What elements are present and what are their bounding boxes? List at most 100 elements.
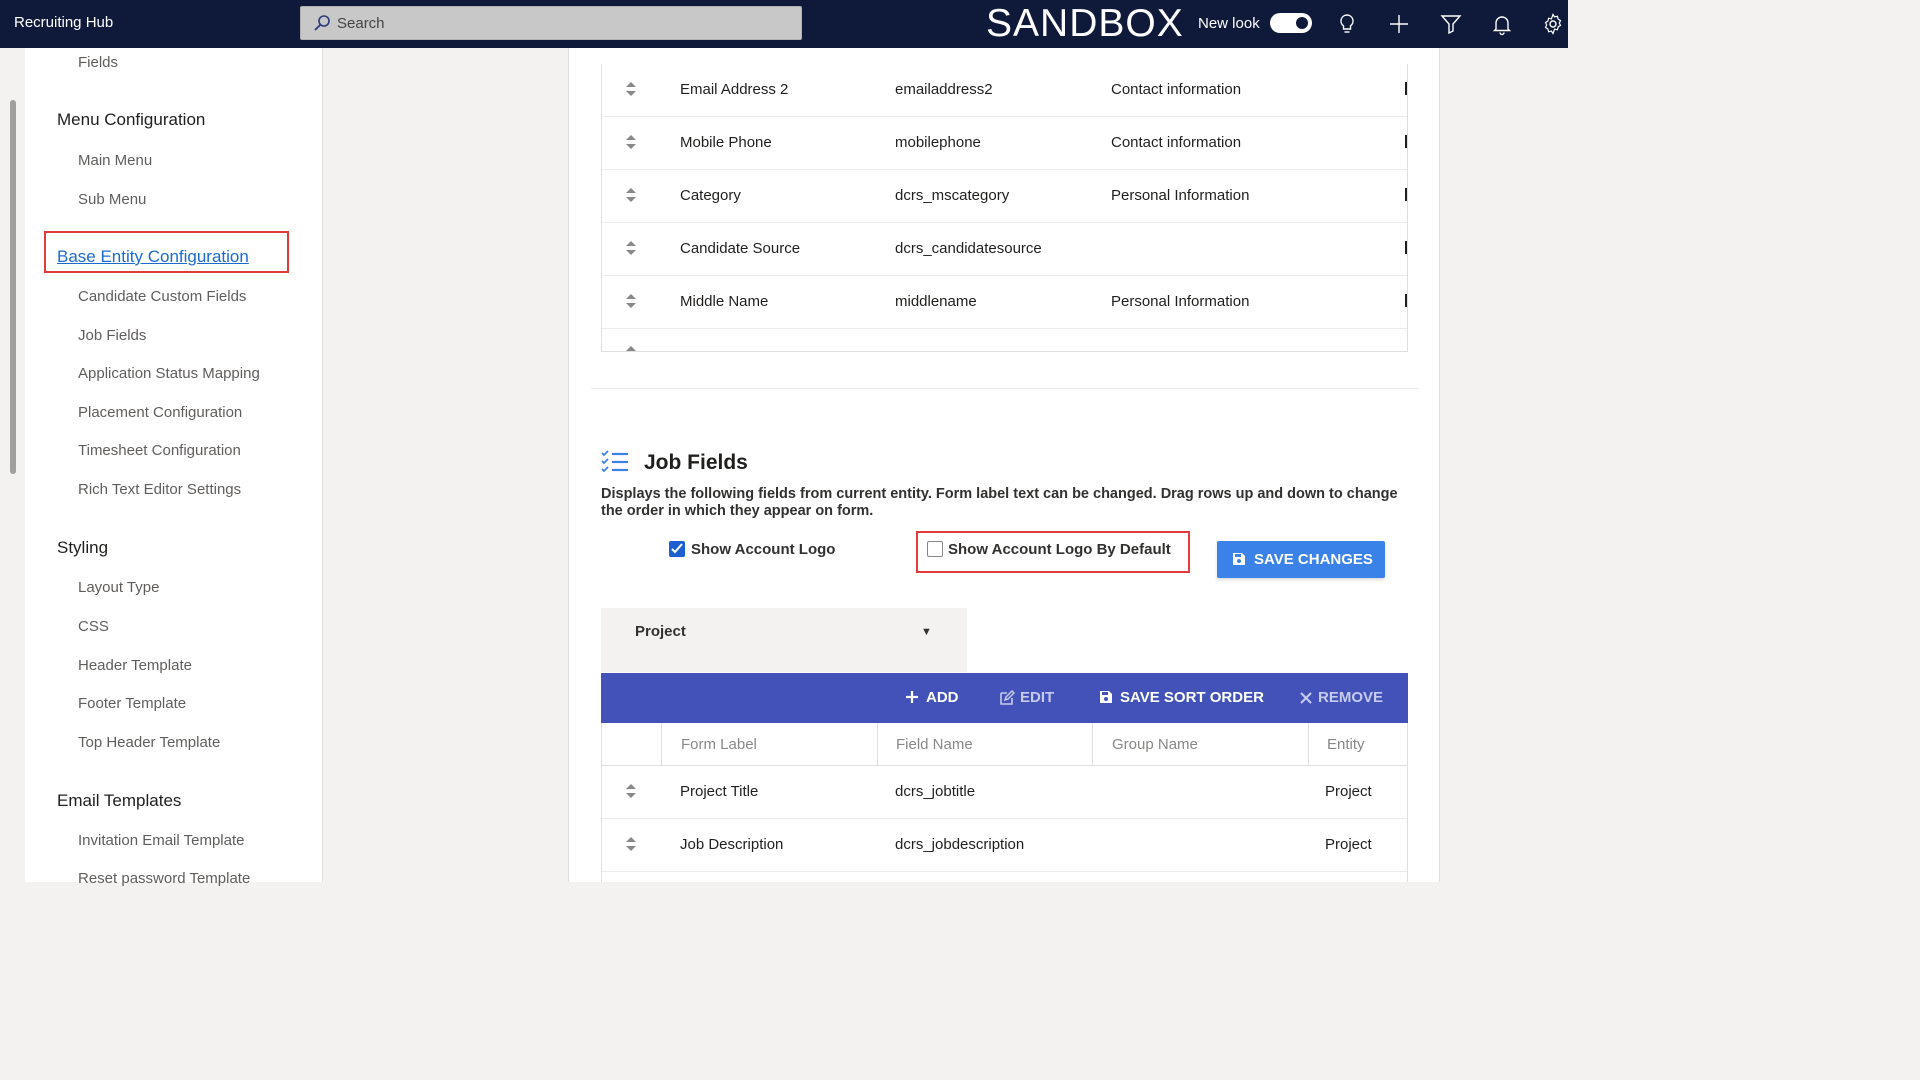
drag-handle-icon[interactable] — [626, 837, 636, 856]
sidebar-item-placement-configuration[interactable]: Placement Configuration — [78, 404, 242, 421]
lightbulb-icon[interactable] — [1335, 12, 1359, 36]
drag-handle-icon[interactable] — [626, 346, 636, 351]
truncated-cell — [1405, 135, 1407, 148]
column-header-form-label[interactable]: Form Label — [661, 723, 877, 766]
sidebar-item-layout-type[interactable]: Layout Type — [78, 579, 159, 596]
column-header-group-name[interactable]: Group Name — [1092, 723, 1308, 766]
drag-handle-icon[interactable] — [626, 294, 636, 313]
entity-cell: Project — [1325, 836, 1372, 853]
spacer-panel — [324, 48, 568, 882]
show-account-logo-default-label: Show Account Logo By Default — [948, 541, 1171, 558]
app-title[interactable]: Recruiting Hub — [14, 14, 113, 31]
toggle-knob — [1296, 17, 1308, 29]
candidate-fields-table[interactable]: Email Address 2 emailaddress2 Contact in… — [601, 64, 1408, 352]
sidebar-item-candidate-custom-fields[interactable]: Candidate Custom Fields — [78, 288, 246, 305]
edit-label: EDIT — [1020, 689, 1055, 706]
sidebar-link-base-entity-configuration[interactable]: Base Entity Configuration — [57, 247, 249, 267]
group-name-cell: Personal Information — [1111, 293, 1250, 310]
group-name-cell: Contact information — [1111, 81, 1242, 98]
sidebar-item-reset-password-template[interactable]: Reset password Template — [78, 870, 250, 887]
group-name-cell: Personal Information — [1111, 187, 1250, 204]
remove-button[interactable]: REMOVE — [1300, 689, 1390, 707]
sidebar-item-css[interactable]: CSS — [78, 618, 109, 635]
truncated-cell — [1405, 82, 1407, 95]
sidebar-item-timesheet-configuration[interactable]: Timesheet Configuration — [78, 442, 241, 459]
add-button[interactable]: ADD — [905, 689, 965, 707]
sidebar-item-fields[interactable]: Fields — [78, 54, 118, 71]
search-box[interactable]: Search — [300, 6, 802, 40]
save-changes-button[interactable]: SAVE CHANGES — [1217, 541, 1385, 578]
bell-icon[interactable] — [1490, 12, 1514, 36]
save-sort-order-label: SAVE SORT ORDER — [1120, 689, 1264, 706]
search-input[interactable]: Search — [337, 15, 385, 32]
form-label-cell: Category — [680, 187, 741, 204]
gear-icon[interactable] — [1541, 12, 1565, 36]
environment-label: SANDBOX — [986, 2, 1184, 45]
grid-header: Form Label Field Name Group Name Entity — [602, 723, 1407, 766]
plus-icon[interactable] — [1387, 12, 1411, 36]
field-name-cell: dcrs_jobdescription — [895, 836, 1025, 853]
sidebar-scrollbar[interactable] — [10, 100, 16, 474]
table-row[interactable]: Project Title dcrs_jobtitle Project — [602, 766, 1407, 819]
form-label-cell: Job Description — [680, 836, 784, 853]
save-icon — [1099, 690, 1113, 708]
entity-select[interactable]: Project ▼ — [601, 608, 967, 672]
table-row[interactable]: Candidate Source dcrs_candidatesource — [602, 223, 1407, 276]
save-changes-label: SAVE CHANGES — [1254, 551, 1373, 568]
plus-icon — [905, 690, 919, 708]
entity-select-value: Project — [635, 623, 686, 640]
main-content: Email Address 2 emailaddress2 Contact in… — [568, 48, 1440, 882]
checklist-icon — [601, 450, 629, 479]
entity-cell: Project — [1325, 783, 1372, 800]
save-sort-order-button[interactable]: SAVE SORT ORDER — [1099, 689, 1264, 707]
drag-handle-icon[interactable] — [626, 135, 636, 154]
drag-handle-icon[interactable] — [626, 188, 636, 207]
filter-icon[interactable] — [1439, 12, 1463, 36]
field-name-cell: emailaddress2 — [895, 81, 993, 98]
truncated-cell — [1405, 188, 1407, 201]
sidebar-item-footer-template[interactable]: Footer Template — [78, 695, 186, 712]
table-row[interactable]: Email Address 2 emailaddress2 Contact in… — [602, 64, 1407, 117]
sidebar-item-sub-menu[interactable]: Sub Menu — [78, 191, 146, 208]
add-label: ADD — [926, 689, 959, 706]
drag-handle-icon[interactable] — [626, 241, 636, 260]
new-look-toggle[interactable] — [1270, 13, 1312, 33]
job-fields-title: Job Fields — [644, 451, 748, 474]
column-header-label: Entity — [1327, 736, 1365, 753]
column-header-entity[interactable]: Entity — [1308, 723, 1407, 766]
sidebar-item-header-template[interactable]: Header Template — [78, 657, 192, 674]
job-fields-grid[interactable]: Form Label Field Name Group Name Entity … — [601, 723, 1408, 882]
table-row[interactable]: Mobile Phone mobilephone Contact informa… — [602, 117, 1407, 170]
sidebar-item-invitation-email-template[interactable]: Invitation Email Template — [78, 832, 244, 849]
column-header-field-name[interactable]: Field Name — [877, 723, 1092, 766]
show-account-logo-checkbox[interactable] — [669, 541, 685, 557]
form-label-cell: Email Address 2 — [680, 81, 789, 98]
table-row-partial[interactable] — [602, 329, 1407, 351]
caret-down-icon: ▼ — [921, 626, 932, 638]
table-row[interactable]: Category dcrs_mscategory Personal Inform… — [602, 170, 1407, 223]
field-name-cell: middlename — [895, 293, 977, 310]
field-name-cell: dcrs_candidatesource — [895, 240, 1042, 257]
table-row[interactable]: Middle Name middlename Personal Informat… — [602, 276, 1407, 329]
checkmark-icon — [671, 543, 683, 554]
show-account-logo-label: Show Account Logo — [691, 541, 836, 558]
close-icon — [1300, 690, 1312, 708]
table-row[interactable]: Job Description dcrs_jobdescription Proj… — [602, 819, 1407, 872]
sidebar-item-top-header-template[interactable]: Top Header Template — [78, 734, 220, 751]
form-label-cell: Middle Name — [680, 293, 769, 310]
column-header-label: Field Name — [896, 736, 973, 753]
sidebar-item-application-status-mapping[interactable]: Application Status Mapping — [78, 365, 260, 382]
drag-handle-icon[interactable] — [626, 82, 636, 101]
sidebar-section-email-templates: Email Templates — [57, 791, 182, 810]
group-name-cell: Contact information — [1111, 134, 1242, 151]
field-name-cell: dcrs_mscategory — [895, 187, 1010, 204]
column-header-label: Group Name — [1112, 736, 1198, 753]
sidebar-item-rich-text-editor-settings[interactable]: Rich Text Editor Settings — [78, 481, 241, 498]
show-account-logo-default-checkbox[interactable] — [927, 541, 943, 557]
sidebar-item-main-menu[interactable]: Main Menu — [78, 152, 152, 169]
form-label-cell: Candidate Source — [680, 240, 801, 257]
field-name-cell: dcrs_jobtitle — [895, 783, 976, 800]
sidebar-item-job-fields[interactable]: Job Fields — [78, 327, 146, 344]
drag-handle-icon[interactable] — [626, 784, 636, 803]
edit-button[interactable]: EDIT — [999, 689, 1061, 707]
